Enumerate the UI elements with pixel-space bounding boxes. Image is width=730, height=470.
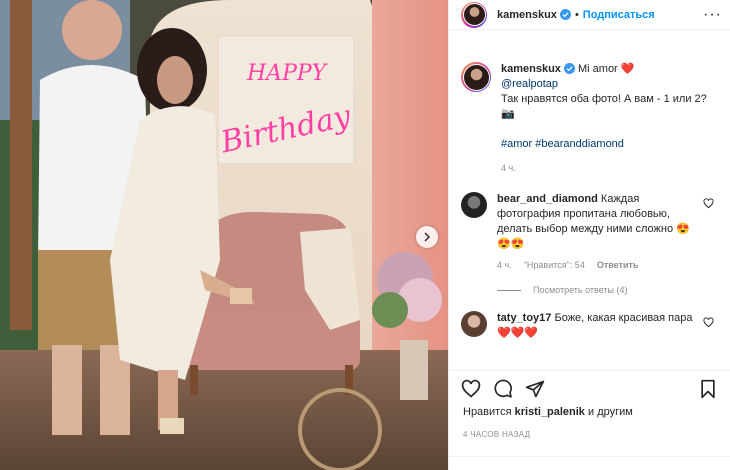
view-replies-label: Посмотреть ответы (4) xyxy=(533,285,628,295)
likes-summary: Нравится kristi_palenik и другим xyxy=(463,406,633,418)
comment-username[interactable]: taty_toy17 xyxy=(497,312,551,324)
caption-username[interactable]: kamenskux xyxy=(501,63,561,75)
action-bar xyxy=(449,370,730,406)
add-comment-bar[interactable] xyxy=(449,456,730,470)
author-avatar[interactable] xyxy=(461,1,487,28)
more-options-button[interactable]: ··· xyxy=(703,6,722,22)
likes-prefix: Нравится xyxy=(463,406,512,418)
post-header: kamenskux • Подписаться ··· xyxy=(449,0,730,30)
comment: bear_and_diamond Каждая фотография пропи… xyxy=(461,192,718,273)
author-username[interactable]: kamenskux xyxy=(497,9,557,21)
comments-list[interactable]: kamenskux Mi amor ❤️ @realpotap Так нрав… xyxy=(449,56,730,368)
follow-button[interactable]: Подписаться xyxy=(583,9,655,21)
caption-time: 4 ч. xyxy=(501,163,516,173)
photo-illustration: HAPPY Birthday xyxy=(0,0,448,470)
likes-suffix[interactable]: и другим xyxy=(588,406,633,418)
comment-avatar[interactable] xyxy=(461,192,487,218)
likes-user[interactable]: kristi_palenik xyxy=(515,406,585,418)
comment: taty_toy17 Боже, какая красивая пара❤️❤️… xyxy=(461,311,718,341)
share-icon[interactable] xyxy=(525,379,545,399)
comment-avatar[interactable] xyxy=(461,311,487,337)
view-replies-button[interactable]: Посмотреть ответы (4) xyxy=(497,285,718,295)
heart-icon[interactable] xyxy=(461,379,481,399)
comment-username[interactable]: bear_and_diamond xyxy=(497,193,598,205)
post-timestamp[interactable]: 4 ЧАСОВ НАЗАД xyxy=(463,430,530,439)
caption-hashtags[interactable]: #amor #bearanddiamond xyxy=(501,138,624,150)
comment-likes[interactable]: "Нравится": 54 xyxy=(524,258,585,273)
comment-icon[interactable] xyxy=(493,379,513,399)
verified-icon xyxy=(559,9,571,20)
post-sidebar: kamenskux • Подписаться ··· kamenskux Mi… xyxy=(448,0,730,470)
comment-heart-icon[interactable] xyxy=(703,317,714,328)
comment-time: 4 ч. xyxy=(497,260,512,270)
chevron-right-icon xyxy=(424,232,431,242)
bookmark-icon[interactable] xyxy=(698,379,718,399)
caption-mention[interactable]: @realpotap xyxy=(501,78,558,90)
verified-icon xyxy=(563,63,575,74)
comment-heart-icon[interactable] xyxy=(703,198,714,209)
post-photo[interactable]: HAPPY Birthday xyxy=(0,0,448,470)
reply-button[interactable]: Ответить xyxy=(597,258,639,273)
dot-separator: • xyxy=(574,8,579,21)
caption-text: Mi amor ❤️ xyxy=(578,63,635,75)
caption: kamenskux Mi amor ❤️ @realpotap Так нрав… xyxy=(461,62,718,176)
neon-sign-happy: HAPPY xyxy=(246,61,329,86)
carousel-next-button[interactable] xyxy=(416,226,438,248)
caption-avatar[interactable] xyxy=(461,62,491,92)
caption-text-2: Так нравятся оба фото! А вам - 1 или 2?📷 xyxy=(501,93,707,120)
